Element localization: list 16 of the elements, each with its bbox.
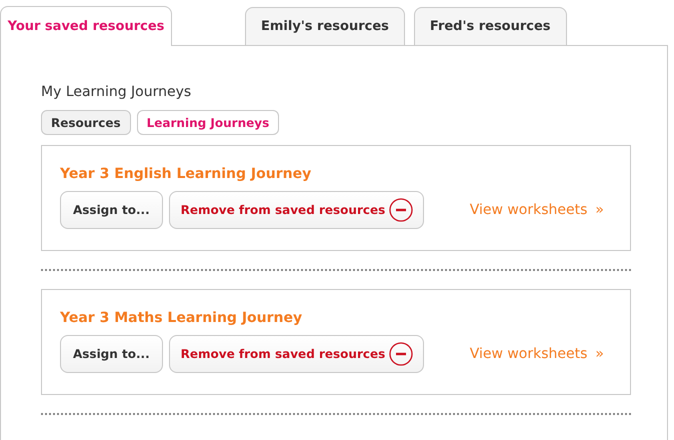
section-heading: My Learning Journeys	[41, 83, 192, 102]
assign-button[interactable]: Assign to...	[60, 191, 163, 229]
tab[interactable]: Your saved resources	[0, 6, 172, 46]
journey-title: Year 3 English Learning Journey	[60, 165, 312, 184]
view-worksheets-link[interactable]: View worksheets »	[470, 344, 604, 364]
journey-title: Year 3 Maths Learning Journey	[60, 309, 304, 328]
tab[interactable]: Emily's resources	[245, 7, 405, 46]
filter-button[interactable]: Learning Journeys	[136, 110, 280, 135]
view-worksheets-link[interactable]: View worksheets »	[470, 200, 604, 220]
tab[interactable]: Fred's resources	[414, 7, 567, 46]
filter-button[interactable]: Resources	[41, 110, 131, 135]
minus-circle-icon	[389, 198, 414, 222]
assign-button[interactable]: Assign to...	[60, 335, 163, 373]
remove-button[interactable]: Remove from saved resources	[168, 335, 424, 373]
minus-circle-icon	[389, 342, 414, 366]
remove-button[interactable]: Remove from saved resources	[168, 191, 424, 229]
